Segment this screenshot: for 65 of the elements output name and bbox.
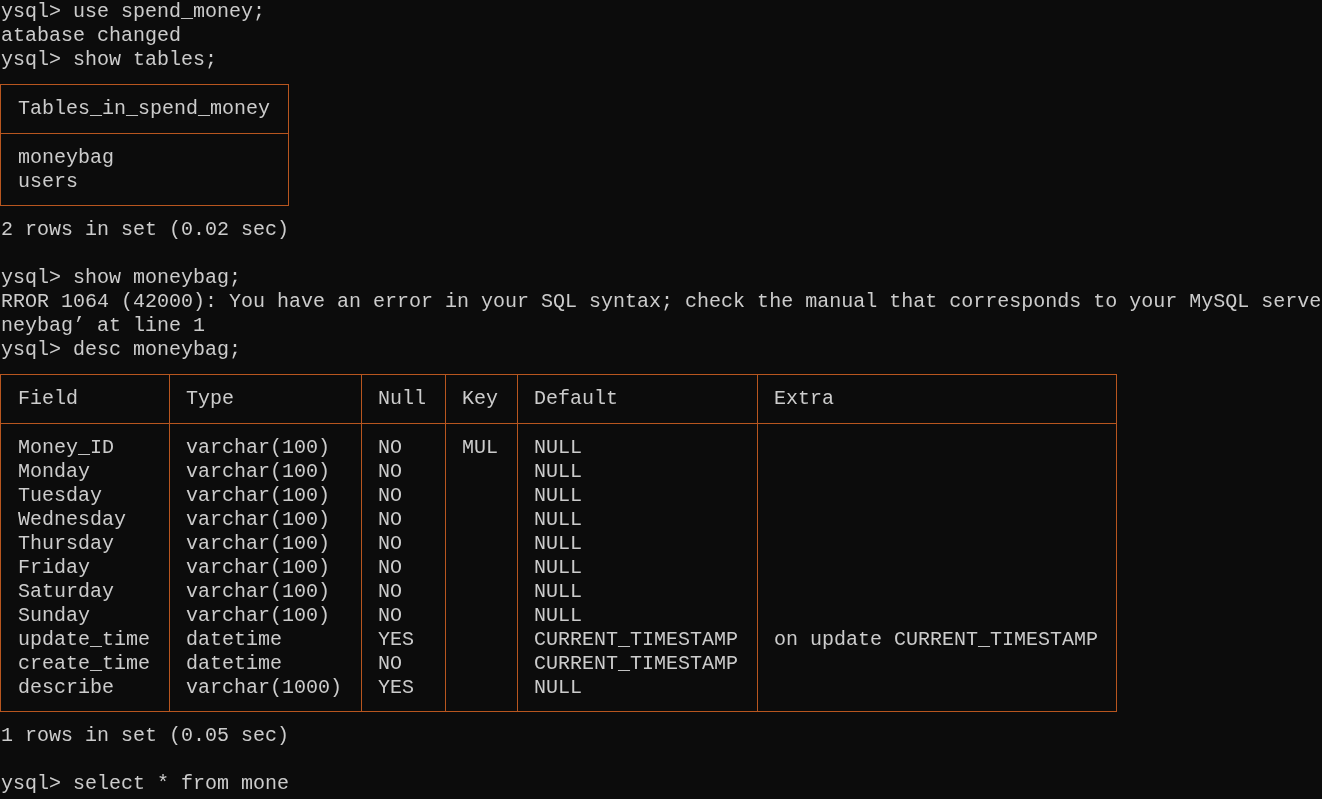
- table-cell: Tuesday: [0, 484, 169, 508]
- column-header: Extra: [757, 375, 1117, 424]
- table-cell: NULL: [517, 580, 757, 604]
- terminal-line: ysql> desc moneybag;: [0, 338, 243, 362]
- table-cell: NULL: [517, 532, 757, 556]
- table-cell: NULL: [517, 508, 757, 532]
- table-cell: NO: [361, 484, 445, 508]
- table-cell: NULL: [517, 676, 757, 711]
- table-cell: NULL: [517, 556, 757, 580]
- table-cell: NO: [361, 580, 445, 604]
- table-cell: update_time: [0, 628, 169, 652]
- table-cell: on update CURRENT_TIMESTAMP: [757, 628, 1117, 652]
- column-header: Type: [169, 375, 361, 424]
- table-cell: varchar(1000): [169, 676, 361, 711]
- table-cell: Saturday: [0, 580, 169, 604]
- table-cell: datetime: [169, 628, 361, 652]
- table-cell: varchar(100): [169, 484, 361, 508]
- terminal-line: ysql> select * from mone: [0, 772, 291, 796]
- table-cell: NO: [361, 532, 445, 556]
- table-cell: varchar(100): [169, 424, 361, 460]
- table-cell: Sunday: [0, 604, 169, 628]
- table-cell: NO: [361, 424, 445, 460]
- terminal-line: ysql> show tables;: [0, 48, 219, 72]
- table-cell: NULL: [517, 484, 757, 508]
- table-cell: datetime: [169, 652, 361, 676]
- table-cell: Friday: [0, 556, 169, 580]
- table-cell: varchar(100): [169, 580, 361, 604]
- table-cell: YES: [361, 676, 445, 711]
- table-cell: YES: [361, 628, 445, 652]
- terminal-line: ysql> show moneybag;: [0, 266, 243, 290]
- terminal-line: ysql> use spend_money;: [0, 0, 267, 24]
- table-cell: Money_ID: [0, 424, 169, 460]
- column-header: Field: [0, 375, 169, 424]
- table-cell: NO: [361, 460, 445, 484]
- table-cell: NO: [361, 508, 445, 532]
- table-cell: varchar(100): [169, 604, 361, 628]
- table-cell: describe: [0, 676, 169, 711]
- table-cell: varchar(100): [169, 460, 361, 484]
- table-cell: moneybag: [0, 134, 289, 170]
- terminal-line: 2 rows in set (0.02 sec): [0, 218, 291, 242]
- table-cell: NULL: [517, 424, 757, 460]
- column-header: Key: [445, 375, 517, 424]
- table-cell: Monday: [0, 460, 169, 484]
- table-cell: NULL: [517, 460, 757, 484]
- terminal-line: 1 rows in set (0.05 sec): [0, 724, 291, 748]
- terminal-line: RROR 1064 (42000): You have an error in your SQL syntax; check the manual that corresponds to your MySQL serve: [0, 290, 1322, 314]
- column-header: Default: [517, 375, 757, 424]
- table-cell: users: [0, 170, 289, 205]
- table-cell: varchar(100): [169, 508, 361, 532]
- terminal-line: atabase changed: [0, 24, 183, 48]
- table-cell: varchar(100): [169, 532, 361, 556]
- table-cell: NO: [361, 556, 445, 580]
- table-cell: NO: [361, 652, 445, 676]
- table-cell: create_time: [0, 652, 169, 676]
- column-header: Null: [361, 375, 445, 424]
- table-cell: NO: [361, 604, 445, 628]
- table-cell: Thursday: [0, 532, 169, 556]
- table-cell: CURRENT_TIMESTAMP: [517, 652, 757, 676]
- table-cell: varchar(100): [169, 556, 361, 580]
- terminal-line: neybag’ at line 1: [0, 314, 207, 338]
- table-cell: MUL: [445, 424, 517, 460]
- table-cell: NULL: [517, 604, 757, 628]
- column-header: Tables_in_spend_money: [0, 85, 289, 134]
- table-cell: Wednesday: [0, 508, 169, 532]
- table-cell: CURRENT_TIMESTAMP: [517, 628, 757, 652]
